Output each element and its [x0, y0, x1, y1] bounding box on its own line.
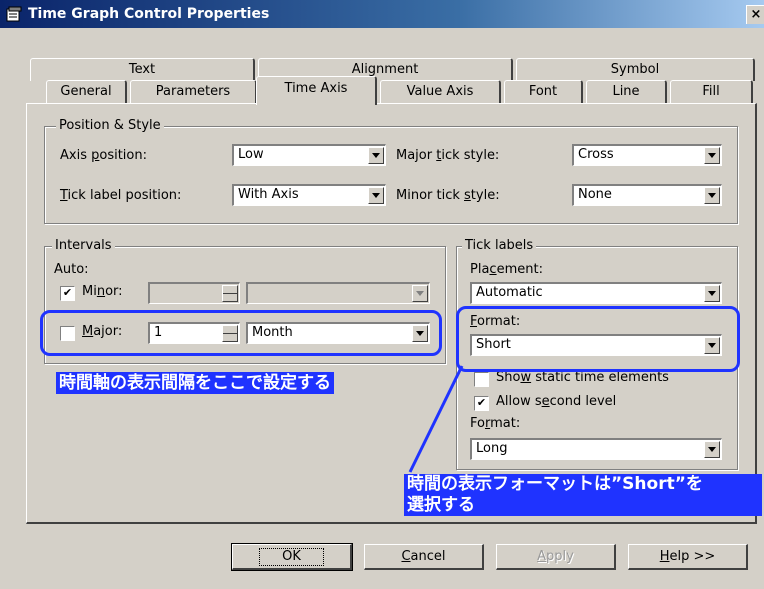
format-annotation-line2: 選択する [407, 495, 475, 515]
properties-dialog: Time Graph Control Properties × Text Ali… [0, 0, 764, 589]
format-annotation-line1: 時間の表示フォーマットは”Short”を [407, 474, 703, 494]
format-annotation: 時間の表示フォーマットは”Short”を 選択する [404, 474, 762, 516]
intervals-annotation: 時間軸の表示間隔をここで設定する [56, 372, 334, 394]
